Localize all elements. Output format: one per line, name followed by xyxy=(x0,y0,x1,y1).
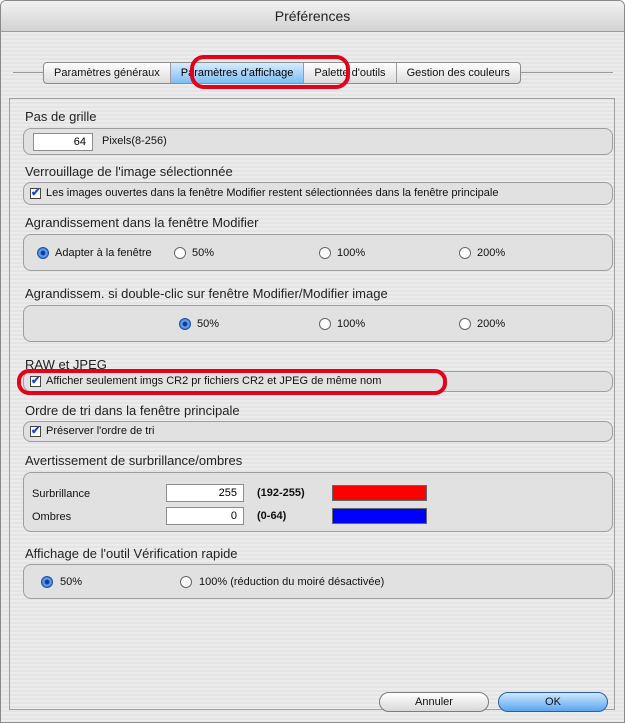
grid-size-field[interactable]: 64 xyxy=(33,133,93,151)
zoom-dblclick-option-200: 200% xyxy=(477,318,506,330)
shadow-range: (0-64) xyxy=(257,510,287,522)
warning-section: Surbrillance 255 (192-255) Ombres 0 (0-6… xyxy=(23,472,613,532)
zoom-edit-section: Adapter à la fenêtre 50% 100% 200% xyxy=(23,234,613,271)
sort-checkbox[interactable]: ✔ xyxy=(30,426,41,437)
active-tab-highlight xyxy=(190,55,350,89)
tab-color-management[interactable]: Gestion des couleurs xyxy=(397,63,520,83)
warning-section-title: Avertissement de surbrillance/ombres xyxy=(25,453,243,468)
zoom-edit-option-50: 50% xyxy=(192,247,215,259)
shadow-label: Ombres xyxy=(32,511,72,523)
zoom-edit-option-100: 100% xyxy=(337,247,366,259)
zoom-edit-radio-100[interactable] xyxy=(319,247,331,259)
zoom-edit-section-title: Agrandissement dans la fenêtre Modifier xyxy=(25,215,259,230)
grid-section-title: Pas de grille xyxy=(25,109,97,124)
ok-button[interactable]: OK xyxy=(498,692,608,712)
shadow-color-swatch[interactable] xyxy=(332,508,427,524)
zoom-dblclick-option-100: 100% xyxy=(337,318,366,330)
zoom-edit-option-fit: Adapter à la fenêtre xyxy=(55,247,152,259)
highlight-color-swatch[interactable] xyxy=(332,485,427,501)
highlight-label: Surbrillance xyxy=(32,488,91,500)
zoom-edit-radio-200[interactable] xyxy=(459,247,471,259)
window-title: Préférences xyxy=(1,1,624,32)
highlight-range: (192-255) xyxy=(257,487,305,499)
zoom-dblclick-radio-100[interactable] xyxy=(319,318,331,330)
quickcheck-radio-50[interactable] xyxy=(41,576,53,588)
zoom-edit-radio-50[interactable] xyxy=(174,247,186,259)
grid-section: 64 Pixels(8-256) xyxy=(23,128,613,155)
tab-general[interactable]: Paramètres généraux xyxy=(44,63,171,83)
zoom-edit-option-200: 200% xyxy=(477,247,506,259)
quickcheck-section: 50% 100% (réduction du moiré désactivée) xyxy=(23,564,613,599)
raw-option-highlight xyxy=(17,369,447,395)
grid-unit-label: Pixels(8-256) xyxy=(102,135,167,147)
shadow-field[interactable]: 0 xyxy=(166,507,244,525)
lock-checkbox[interactable]: ✔ xyxy=(30,188,41,199)
quickcheck-option-50: 50% xyxy=(60,576,83,588)
highlight-field[interactable]: 255 xyxy=(166,484,244,502)
zoom-dblclick-section-title: Agrandissem. si double-clic sur fenêtre … xyxy=(25,286,388,301)
zoom-dblclick-section: 50% 100% 200% xyxy=(23,305,613,342)
preferences-window: Préférences Paramètres généraux Paramètr… xyxy=(0,0,625,723)
sort-section: ✔ Préserver l'ordre de tri xyxy=(23,421,613,442)
sort-checkbox-label: Préserver l'ordre de tri xyxy=(46,425,155,437)
zoom-dblclick-radio-50[interactable] xyxy=(179,318,191,330)
quickcheck-section-title: Affichage de l'outil Vérification rapide xyxy=(25,546,238,561)
sort-section-title: Ordre de tri dans la fenêtre principale xyxy=(25,403,240,418)
lock-section-title: Verrouillage de l'image sélectionnée xyxy=(25,164,233,179)
lock-section: ✔ Les images ouvertes dans la fenêtre Mo… xyxy=(23,182,613,205)
cancel-button[interactable]: Annuler xyxy=(379,692,489,712)
lock-checkbox-label: Les images ouvertes dans la fenêtre Modi… xyxy=(46,187,499,199)
quickcheck-radio-100[interactable] xyxy=(180,576,192,588)
zoom-dblclick-radio-200[interactable] xyxy=(459,318,471,330)
quickcheck-option-100: 100% (réduction du moiré désactivée) xyxy=(199,576,385,588)
zoom-edit-radio-fit[interactable] xyxy=(37,247,49,259)
zoom-dblclick-option-50: 50% xyxy=(197,318,220,330)
